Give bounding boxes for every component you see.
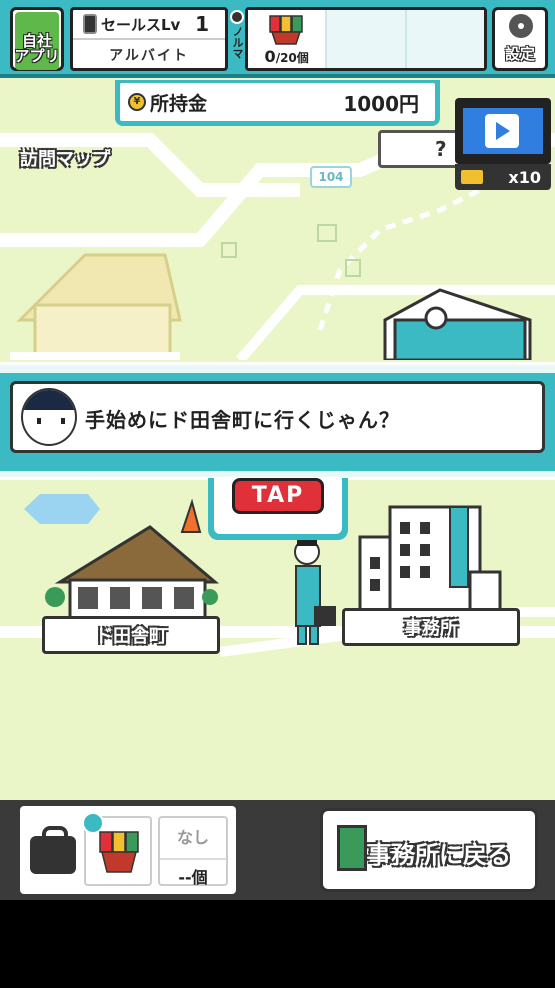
tap-button-holder: TAP [208, 478, 348, 540]
door-icon [337, 825, 367, 871]
tap-button[interactable]: TAP [232, 478, 324, 514]
sales-level-value: 1 [195, 12, 209, 36]
cup-ramen-icon [269, 15, 303, 45]
cup-ramen-icon [99, 831, 139, 873]
ticket-icon [461, 170, 483, 184]
norma-tag: ノルマ [229, 10, 245, 70]
play-icon [485, 114, 519, 148]
dialog-band: 手始めにド田舎町に行くじゃん？ [0, 362, 555, 480]
job-title: アルバイト [109, 48, 189, 64]
letterbox-bar [0, 900, 555, 988]
bag-icon [30, 826, 76, 874]
sales-level-panel: セールスLv 1 アルバイト [70, 7, 228, 71]
money-label: 所持金 [150, 92, 208, 115]
held-item-qty: --個 [160, 858, 226, 888]
money-value: 1000円 [343, 91, 419, 116]
character-face-icon [21, 388, 77, 446]
video-count: x10 [508, 167, 541, 187]
place-office[interactable]: 事務所 [342, 608, 520, 646]
norma-label: ノルマ [231, 26, 244, 59]
phone-icon [83, 14, 97, 34]
quota-slot [327, 10, 407, 68]
back-to-office-button[interactable]: 事務所に戻る [320, 808, 538, 892]
quota-slot [406, 10, 484, 68]
settings-label: 設定 [504, 45, 535, 63]
place-inaka-town[interactable]: ド田舎町 [42, 616, 220, 654]
sales-level-title: セールスLv [101, 15, 181, 34]
company-app-label: 自社 アプリ [14, 32, 60, 65]
money-bar: ¥ 所持金 1000円 [115, 80, 440, 126]
held-item-info: なし --個 [158, 816, 228, 888]
bottom-bar: なし --個 事務所に戻る [0, 800, 555, 900]
settings-button[interactable]: 設定 [492, 7, 548, 71]
film-icon [455, 98, 551, 164]
visit-map-title: 訪問マップ [20, 149, 110, 170]
unknown-place-label: ? [435, 137, 447, 161]
yen-coin-icon: ¥ [128, 93, 146, 111]
quota-slot: 0/20個 [248, 10, 328, 68]
bag-panel[interactable]: なし --個 [20, 806, 236, 894]
video-reward-button[interactable]: x10 [455, 98, 551, 190]
back-to-office-label: 事務所に戻る [367, 841, 511, 869]
pin-icon [230, 10, 244, 24]
held-item-slot[interactable] [82, 812, 152, 886]
company-app-button[interactable]: 自社 アプリ [10, 7, 64, 71]
gear-icon [509, 14, 533, 38]
quota-panel: 0/20個 [245, 7, 487, 71]
dialog-box[interactable]: 手始めにド田舎町に行くじゃん？ [10, 381, 545, 453]
road-number-sign: 104 [310, 166, 352, 188]
top-hud: 自社 アプリ セールスLv 1 アルバイト ノルマ 0/20個 設定 [0, 0, 555, 78]
held-item-name: なし [176, 828, 209, 847]
game-screen: 104 自社 アプリ セールスLv 1 アルバイト ノルマ 0/20個 設定 ¥… [0, 0, 555, 900]
dialog-text: 手始めにド田舎町に行くじゃん？ [85, 408, 400, 432]
quota-count: 0/20個 [264, 47, 309, 66]
